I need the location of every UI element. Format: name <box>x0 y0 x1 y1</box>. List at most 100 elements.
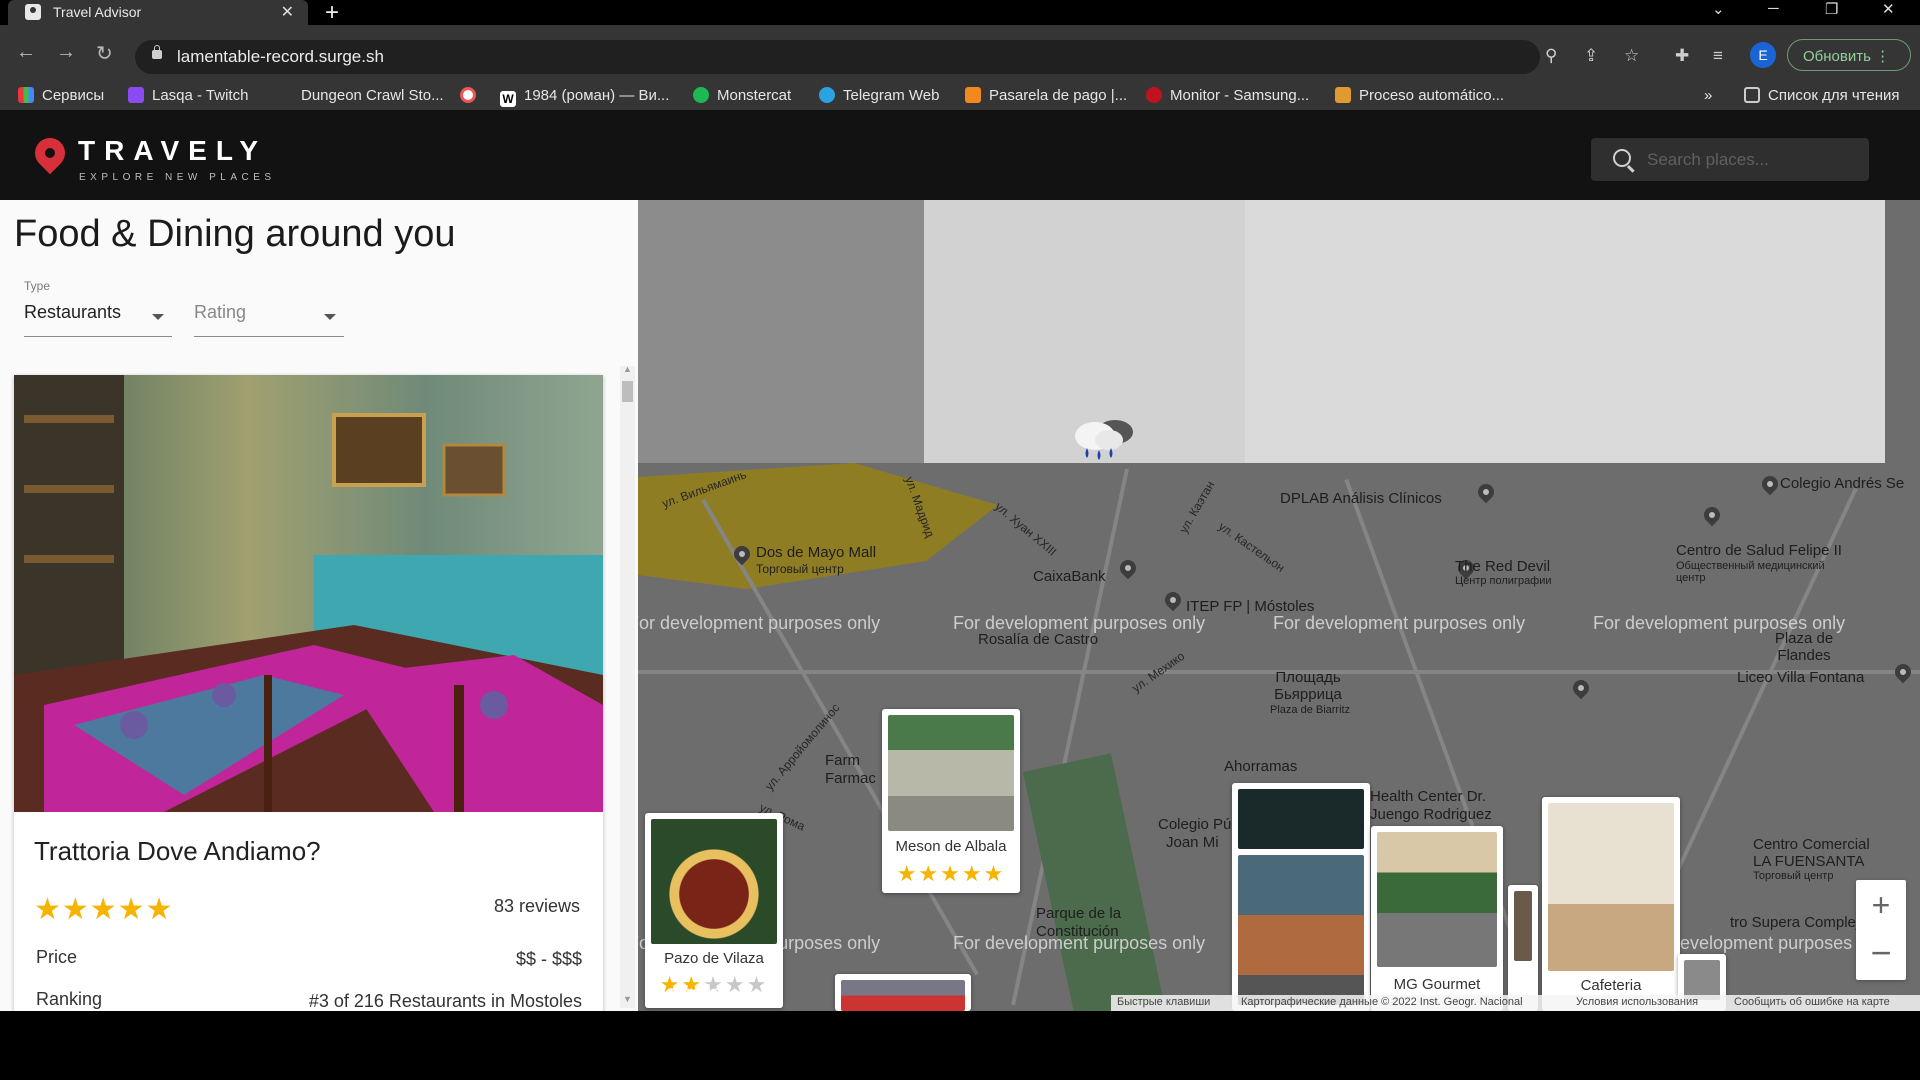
map-label: LA FUENSANTA <box>1753 853 1865 870</box>
map-label: Centro Comercial <box>1753 836 1870 853</box>
bookmark-item[interactable]: Pasarela de pago |... <box>965 87 1127 104</box>
scrollbar-thumb[interactable] <box>622 381 633 402</box>
bookmark-item[interactable]: Monstercat <box>693 87 791 104</box>
zoom-out-button[interactable]: − <box>1856 930 1906 980</box>
price-value: $$ - $$$ <box>515 949 582 969</box>
rating-placeholder: Rating <box>194 302 247 322</box>
bookmark-item[interactable]: Lasqa - Twitch <box>128 87 248 104</box>
place-name: Pazo de Vilaza <box>664 950 764 967</box>
weather-rain-icon <box>1075 420 1133 460</box>
bookmark-item[interactable]: Monitor - Samsung... <box>1146 87 1309 104</box>
map-data-text: Картографические данные © 2022 Inst. Geo… <box>1241 996 1523 1008</box>
map-pin-icon[interactable] <box>1758 472 1782 496</box>
brand-tagline: EXPLORE NEW PLACES <box>79 172 276 183</box>
bookmark-favicon-icon <box>460 87 476 103</box>
bookmark-star-icon[interactable]: ☆ <box>1624 46 1639 66</box>
map-pin-icon[interactable] <box>1474 480 1498 504</box>
keyboard-shortcuts-link[interactable]: Быстрые клавиши <box>1117 996 1210 1008</box>
map-tile <box>1245 200 1885 463</box>
search-icon <box>1613 149 1631 167</box>
window-close-button[interactable]: ✕ <box>1882 0 1895 18</box>
spotify-icon <box>693 87 709 103</box>
map-place-card[interactable] <box>1508 885 1538 1011</box>
map-label: The Red Devil <box>1455 558 1551 575</box>
dev-watermark: For development purposes only <box>953 933 1206 953</box>
place-photo <box>1514 891 1532 961</box>
update-button[interactable]: Обновить ⋮ <box>1787 39 1911 71</box>
map-tile <box>638 200 924 463</box>
search-input[interactable] <box>1645 147 1859 173</box>
bookmark-item[interactable] <box>460 87 484 104</box>
zoom-in-button[interactable]: + <box>1856 880 1906 930</box>
map-pin-icon[interactable] <box>1116 556 1140 580</box>
scroll-down-icon[interactable]: ▼ <box>623 994 632 1004</box>
map-label: Joan Mi <box>1166 834 1219 851</box>
extensions-icon[interactable]: ✚ <box>1675 46 1689 66</box>
new-tab-button[interactable]: + <box>325 0 339 27</box>
share-icon[interactable]: ⇪ <box>1584 46 1598 66</box>
type-label: Type <box>24 279 51 293</box>
map-label: Colegio Andrés Se <box>1780 475 1905 492</box>
bookmark-item[interactable]: W 1984 (роман) — Ви... <box>500 87 669 107</box>
map-place-card[interactable] <box>1232 783 1370 1011</box>
back-icon[interactable]: ← <box>16 41 36 64</box>
forward-icon[interactable]: → <box>56 41 76 64</box>
map-label: Ahorramas <box>1224 758 1298 775</box>
map-pin-icon[interactable] <box>1891 660 1915 684</box>
map-place-card[interactable]: Meson de Albala ★★★★★ <box>882 709 1020 893</box>
brand-name: TRAVELY <box>78 135 268 166</box>
tab-search-icon[interactable]: ⌄ <box>1712 0 1725 18</box>
restore-button[interactable]: ❐ <box>1825 0 1838 18</box>
ranking-label: Ranking <box>36 989 103 1009</box>
terms-link[interactable]: Условия использования <box>1576 996 1698 1008</box>
map-place-card[interactable] <box>835 974 971 1011</box>
update-label: Обновить <box>1803 48 1871 65</box>
browser-tab[interactable]: Travel Advisor ✕ <box>8 0 308 25</box>
map-label: Centro de Salud Felipe II <box>1676 542 1842 559</box>
bookmark-item[interactable]: Telegram Web <box>819 87 939 104</box>
type-select[interactable]: Restaurants <box>24 302 172 337</box>
tab-favicon-icon <box>25 4 41 20</box>
map-place-card[interactable]: Pazo de Vilaza ★★★★★ <box>645 813 783 1008</box>
map-pin-icon[interactable] <box>1161 588 1185 612</box>
home-icon <box>1335 87 1351 103</box>
map-label: CaixaBank <box>1033 568 1106 585</box>
more-bookmarks-button[interactable]: » <box>1704 87 1712 104</box>
list-scrollbar[interactable] <box>620 366 635 1008</box>
place-name: MG Gourmet <box>1393 976 1481 993</box>
map-label: DPLAB Análisis Clínicos <box>1280 490 1442 507</box>
map-label: Plaza de Flandes <box>1774 630 1834 664</box>
bookmark-item[interactable]: Сервисы <box>18 87 104 104</box>
place-photo <box>1684 960 1720 1000</box>
reading-list-icon <box>1744 87 1760 103</box>
report-error-link[interactable]: Сообщить об ошибке на карте <box>1734 996 1890 1008</box>
screen-bottom <box>0 1011 1920 1080</box>
place-photo <box>651 819 777 944</box>
location-icon[interactable]: ⚲ <box>1545 46 1557 66</box>
map-label: tro Supera Complejo <box>1730 914 1868 931</box>
payment-icon <box>965 87 981 103</box>
tab-close-icon[interactable]: ✕ <box>281 2 294 22</box>
url-text[interactable]: lamentable-record.surge.sh <box>177 47 384 67</box>
place-photo <box>841 980 965 1011</box>
media-icon[interactable]: ≡ <box>1713 46 1723 66</box>
rating-select[interactable]: Rating <box>194 302 344 337</box>
reload-icon[interactable]: ↻ <box>96 41 113 66</box>
map-place-card[interactable]: Cafeteria <box>1542 797 1680 1011</box>
map-place-card[interactable]: MG Gourmet <box>1371 826 1503 1011</box>
page-title: Food & Dining around you <box>14 213 456 255</box>
lock-icon[interactable] <box>152 45 162 59</box>
bookmark-item[interactable]: Proceso automático... <box>1335 87 1504 104</box>
reading-list-button[interactable]: Список для чтения <box>1744 87 1900 104</box>
map-pin-icon[interactable] <box>1569 676 1593 700</box>
samsung-icon <box>1146 87 1162 103</box>
bookmarks-bar <box>0 83 1920 110</box>
scroll-up-icon[interactable]: ▲ <box>623 364 632 374</box>
chevron-down-icon <box>152 314 164 320</box>
map-pin-icon[interactable] <box>1700 503 1724 527</box>
minimize-button[interactable]: ─ <box>1768 0 1779 17</box>
profile-avatar[interactable]: E <box>1750 42 1776 68</box>
street-label: ул. Хуан XXIII <box>992 499 1060 559</box>
rating-stars: ★★★★★ <box>34 893 174 926</box>
bookmark-item[interactable]: Dungeon Crawl Sto... <box>301 87 444 104</box>
